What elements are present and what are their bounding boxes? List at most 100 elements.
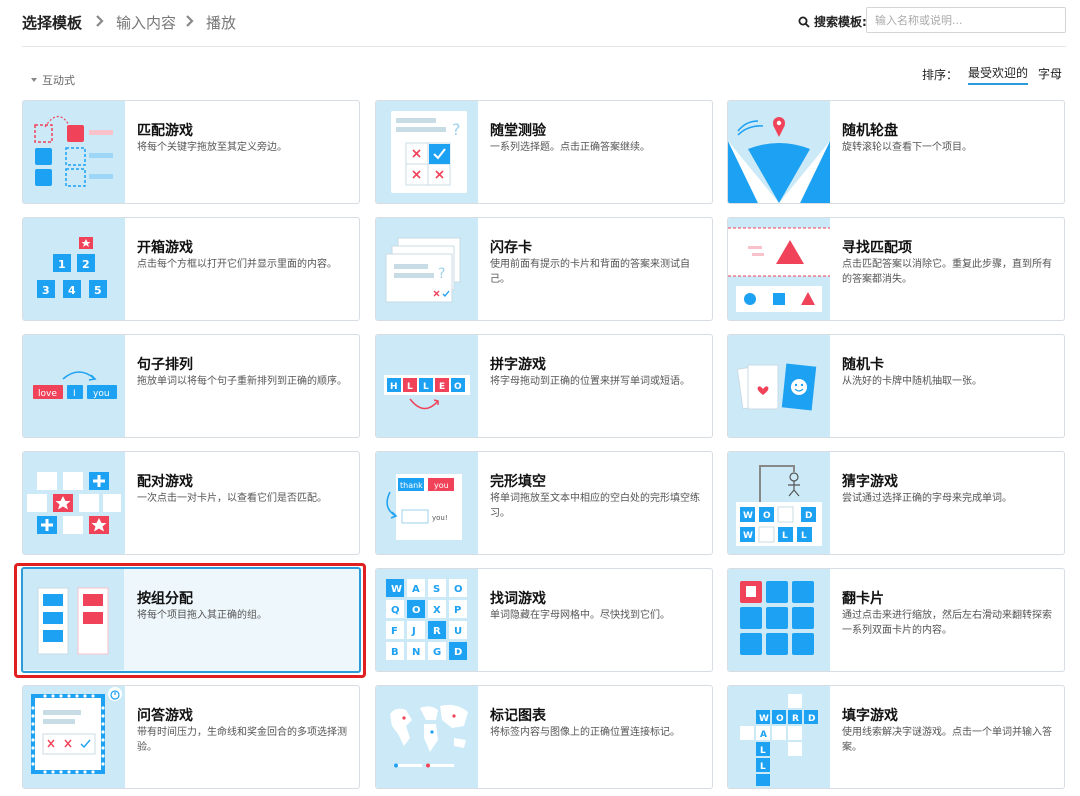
svg-text:R: R bbox=[792, 714, 799, 724]
template-card-quiz[interactable]: ? 随堂测验 一系列选择题。点击正确答案继续。 bbox=[375, 100, 713, 204]
template-desc: 点击每个方框以打开它们并显示里面的内容。 bbox=[137, 259, 337, 270]
template-title: 随堂测验 bbox=[490, 123, 546, 139]
template-title: 填字游戏 bbox=[842, 708, 898, 724]
template-title: 标记图表 bbox=[490, 708, 546, 724]
wordsearch-letter: A bbox=[412, 584, 420, 595]
template-card-flip-tiles[interactable]: 翻卡片 通过点击来进行缩放，然后左右滑动来翻转探索一系列双面卡片的内容。 bbox=[727, 568, 1065, 672]
svg-text:I: I bbox=[73, 389, 76, 399]
svg-text:O: O bbox=[763, 511, 771, 521]
svg-text:1: 1 bbox=[58, 258, 66, 271]
svg-text:you!: you! bbox=[432, 514, 448, 522]
group-sort-icon bbox=[23, 569, 124, 670]
matching-pairs-icon bbox=[23, 452, 125, 554]
svg-text:L: L bbox=[407, 382, 413, 392]
svg-text:D: D bbox=[808, 714, 815, 724]
svg-text:A: A bbox=[760, 730, 767, 740]
template-title: 随机卡 bbox=[842, 357, 884, 373]
svg-text:love: love bbox=[38, 389, 57, 399]
wordsearch-letter: N bbox=[412, 647, 420, 658]
template-title: 完形填空 bbox=[490, 474, 546, 490]
wordsearch-letter: U bbox=[454, 626, 462, 637]
divider bbox=[22, 46, 1066, 47]
svg-text:L: L bbox=[782, 531, 788, 541]
search-input[interactable] bbox=[866, 7, 1066, 33]
quiz-icon: ? bbox=[376, 101, 478, 203]
svg-text:you: you bbox=[434, 481, 449, 490]
svg-text:5: 5 bbox=[94, 284, 102, 297]
svg-text:?: ? bbox=[452, 120, 461, 139]
search-label: 搜索模板: bbox=[798, 13, 867, 30]
complete-sentence-icon: thank you you! bbox=[376, 452, 478, 554]
template-desc: 使用前面有提示的卡片和背面的答案来测试自己。 bbox=[490, 259, 690, 285]
template-card-hangman[interactable]: W O D W L L 猜字游戏 尝试通过选择正确的字母来完成单词。 bbox=[727, 451, 1065, 555]
template-title: 句子排列 bbox=[137, 357, 193, 373]
template-card-open-the-box[interactable]: 1 2 3 4 5 开箱游戏 点击每个方框以打开它们并显示里面的内容。 bbox=[22, 217, 360, 321]
flash-cards-icon: ? bbox=[376, 218, 478, 320]
wordsearch-letter: O bbox=[454, 584, 463, 595]
breadcrumb-step-enter-content[interactable]: 输入内容 bbox=[116, 12, 176, 33]
wordsearch-tile bbox=[407, 621, 425, 639]
template-desc: 使用线索解决字谜游戏。点击一个单词并输入答案。 bbox=[842, 727, 1052, 753]
svg-text:D: D bbox=[805, 511, 812, 521]
wordsearch-letter: P bbox=[454, 605, 461, 616]
template-card-complete-the-sentence[interactable]: thank you you! 完形填空 将单词拖放至文本中相应的空白处的完形填空… bbox=[375, 451, 713, 555]
template-desc: 将字母拖动到正确的位置来拼写单词或短语。 bbox=[490, 376, 690, 387]
template-card-random-wheel[interactable]: 随机轮盘 旋转滚轮以查看下一个项目。 bbox=[727, 100, 1065, 204]
template-title: 问答游戏 bbox=[137, 708, 193, 724]
template-card-random-cards[interactable]: 随机卡 从洗好的卡牌中随机抽取一张。 bbox=[727, 334, 1065, 438]
template-card-crossword[interactable]: W O R D A L L 填字游戏 使用线索解决字谜游戏。点击一个单词并输入答… bbox=[727, 685, 1065, 789]
template-card-gameshow-quiz[interactable]: 问答游戏 带有时间压力，生命线和奖金回合的多项选择测验。 bbox=[22, 685, 360, 789]
svg-text:you: you bbox=[93, 389, 110, 399]
flip-tiles-icon bbox=[728, 569, 830, 671]
svg-text:L: L bbox=[423, 382, 429, 392]
template-desc: 将每个关键字拖放至其定义旁边。 bbox=[137, 142, 287, 153]
svg-text:E: E bbox=[439, 382, 445, 392]
wheel-icon bbox=[728, 101, 830, 203]
wordsearch-letter: J bbox=[411, 626, 416, 637]
gameshow-quiz-icon bbox=[23, 686, 125, 788]
template-card-flash-cards[interactable]: ? 闪存卡 使用前面有提示的卡片和背面的答案来测试自己。 bbox=[375, 217, 713, 321]
breadcrumb-step-play[interactable]: 播放 bbox=[206, 12, 236, 33]
wordsearch-letter: O bbox=[412, 605, 421, 616]
caret-down-icon bbox=[31, 78, 37, 82]
template-title: 翻卡片 bbox=[842, 591, 884, 607]
template-title: 寻找匹配项 bbox=[842, 240, 912, 256]
anagram-icon: H L L E O bbox=[376, 335, 478, 437]
wordsearch-letter: D bbox=[454, 647, 462, 658]
template-card-group-sort[interactable]: 按组分配 将每个项目拖入其正确的组。 bbox=[21, 567, 361, 673]
svg-text:L: L bbox=[801, 531, 807, 541]
crossword-icon: W O R D A L L bbox=[728, 686, 830, 788]
wordsearch-icon: WA S O Q O X P F J R U B N G D bbox=[376, 569, 478, 671]
template-desc: 将每个项目拖入其正确的组。 bbox=[137, 610, 267, 621]
template-title: 匹配游戏 bbox=[137, 123, 193, 139]
svg-text:L: L bbox=[760, 746, 766, 756]
template-card-matching-pairs[interactable]: 配对游戏 一次点击一对卡片，以查看它们是否匹配。 bbox=[22, 451, 360, 555]
section-toggle-interactive[interactable]: 互动式 bbox=[30, 72, 75, 88]
template-card-match-up[interactable]: 匹配游戏 将每个关键字拖放至其定义旁边。 bbox=[22, 100, 360, 204]
template-card-unjumble[interactable]: love I you 句子排列 拖放单词以将每个句子重新排列到正确的顺序。 bbox=[22, 334, 360, 438]
find-match-icon bbox=[728, 218, 830, 320]
template-card-anagram[interactable]: H L L E O 拼字游戏 将字母拖动到正确的位置来拼写单词或短语。 bbox=[375, 334, 713, 438]
unjumble-icon: love I you bbox=[23, 335, 125, 437]
template-desc: 一次点击一对卡片，以查看它们是否匹配。 bbox=[137, 493, 327, 504]
wordsearch-letter: Q bbox=[391, 605, 400, 616]
template-desc: 将标签内容与图像上的正确位置连接标记。 bbox=[490, 727, 680, 738]
template-card-wordsearch[interactable]: WA S O Q O X P F J R U B N G D 找词游戏 单词隐藏在字母网格中。尽快找到它们。 bbox=[375, 568, 713, 672]
wordsearch-letter: G bbox=[433, 647, 441, 658]
template-card-labelled-diagram[interactable]: 标记图表 将标签内容与图像上的正确位置连接标记。 bbox=[375, 685, 713, 789]
template-title: 配对游戏 bbox=[137, 474, 193, 490]
sort-label: 排序： bbox=[921, 68, 958, 82]
sort-most-popular[interactable]: 最受欢迎的 bbox=[967, 64, 1028, 85]
template-card-find-the-match[interactable]: 寻找匹配项 点击匹配答案以消除它。重复此步骤，直到所有的答案都消失。 bbox=[727, 217, 1065, 321]
sort-alphabetical[interactable]: 字母 bbox=[1038, 65, 1062, 84]
template-desc: 点击匹配答案以消除它。重复此步骤，直到所有的答案都消失。 bbox=[842, 259, 1052, 285]
template-desc: 一系列选择题。点击正确答案继续。 bbox=[490, 142, 650, 153]
template-title: 按组分配 bbox=[137, 591, 193, 607]
chevron-right-icon bbox=[94, 11, 106, 31]
template-title: 闪存卡 bbox=[490, 240, 532, 256]
random-cards-icon bbox=[728, 335, 830, 437]
breadcrumb-step-select-template[interactable]: 选择模板 bbox=[22, 12, 82, 33]
chevron-right-icon bbox=[184, 11, 196, 31]
labelled-diagram-icon bbox=[376, 686, 478, 788]
svg-text:O: O bbox=[454, 382, 462, 392]
